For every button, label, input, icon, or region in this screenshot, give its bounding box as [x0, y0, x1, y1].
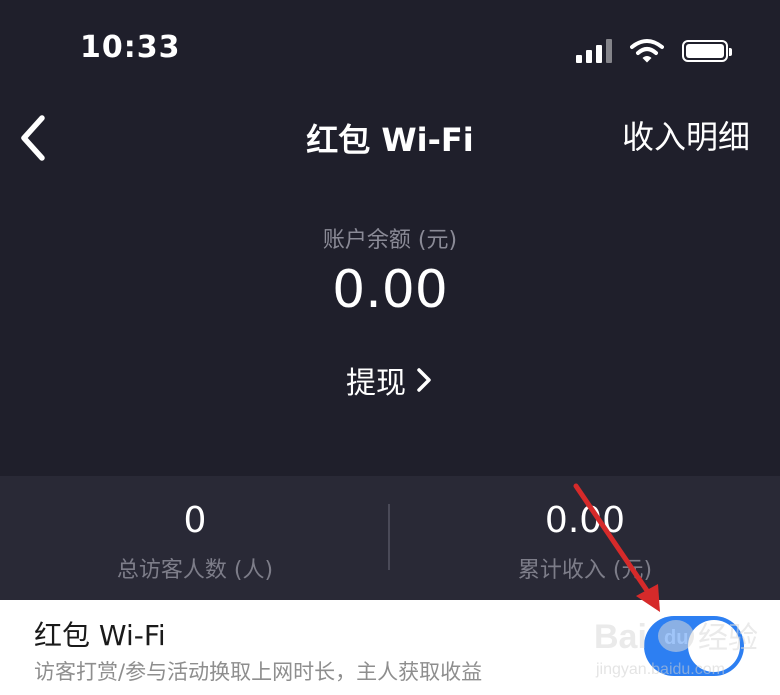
stat-label: 总访客人数 (人) [116, 558, 274, 583]
red-packet-wifi-toggle[interactable] [644, 616, 744, 676]
stat-total-visitors: 0 总访客人数 (人) [0, 476, 390, 600]
balance-value: 0.00 [332, 260, 448, 320]
feature-title: 红包 Wi-Fi [34, 619, 166, 652]
toggle-knob [688, 620, 740, 672]
wifi-icon [630, 39, 664, 63]
battery-level [686, 44, 724, 58]
red-packet-wifi-screen: 10:33 红包 Wi-Fi 收入明细 账户余额 (元) 0.00 提现 0 总… [0, 0, 780, 695]
status-icons [576, 38, 732, 64]
red-packet-wifi-card: 红包 Wi-Fi 访客打赏/参与活动换取上网时长，主人获取收益 [0, 600, 780, 695]
stat-value: 0.00 [544, 500, 626, 541]
stat-total-income: 0.00 累计收入 (元) [390, 476, 780, 600]
stat-value: 0 [183, 500, 207, 541]
status-time: 10:33 [80, 30, 181, 65]
stats-panel: 0 总访客人数 (人) 0.00 累计收入 (元) [0, 476, 780, 600]
withdraw-button[interactable]: 提现 [0, 358, 780, 402]
chevron-left-icon [21, 115, 45, 161]
stat-label: 累计收入 (元) [517, 558, 653, 583]
feature-description: 访客打赏/参与活动换取上网时长，主人获取收益 [34, 660, 483, 684]
income-details-link[interactable]: 收入明细 [622, 112, 750, 158]
chevron-right-icon [417, 368, 431, 392]
back-button[interactable] [12, 110, 60, 166]
withdraw-label: 提现 [346, 366, 406, 401]
cellular-signal-icon [576, 39, 612, 63]
balance-label: 账户余额 (元) [322, 228, 458, 253]
battery-icon [682, 40, 732, 62]
